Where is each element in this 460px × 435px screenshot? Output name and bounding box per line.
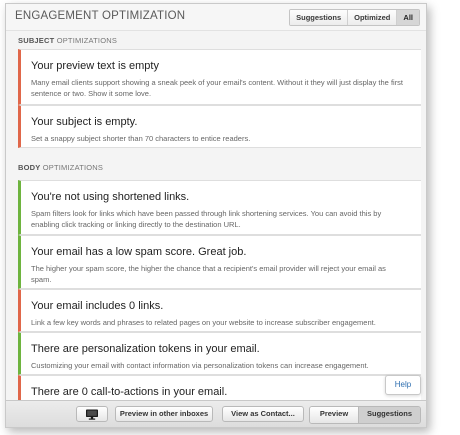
preview-footer-toolbar: Preview in other inboxes View as Contact…: [6, 400, 426, 427]
preview-tab[interactable]: Preview: [310, 407, 359, 423]
suggestion-card-preview-text: Your preview text is empty Many email cl…: [18, 49, 421, 105]
suggestion-title: Your email includes 0 links.: [31, 300, 164, 312]
suggestion-description: Many email clients support showing a sne…: [31, 78, 404, 98]
filter-all-button[interactable]: All: [396, 10, 419, 25]
help-button[interactable]: Help: [385, 375, 421, 395]
monitor-icon: [86, 409, 98, 420]
suggestions-tab[interactable]: Suggestions: [359, 407, 420, 423]
suggestion-title: There are 0 call-to-actions in your emai…: [31, 386, 228, 398]
suggestion-title: Your email has a low spam score. Great j…: [31, 246, 247, 258]
suggestion-description: Spam filters look for links which have b…: [31, 209, 382, 229]
suggestion-title: Your preview text is empty: [31, 60, 159, 72]
panel-header: ENGAGEMENT OPTIMIZATION Suggestions Opti…: [6, 4, 426, 31]
suggestion-card-shortened-links: You're not using shortened links. Spam f…: [18, 180, 421, 235]
suggestion-card-subject: Your subject is empty. Set a snappy subj…: [18, 105, 421, 148]
engagement-optimization-panel: ENGAGEMENT OPTIMIZATION Suggestions Opti…: [5, 3, 427, 428]
subject-section-label: SUBJECT OPTIMIZATIONS: [18, 36, 118, 45]
suggestion-card-spam-score: Your email has a low spam score. Great j…: [18, 235, 421, 289]
suggestion-card-personalization: There are personalization tokens in your…: [18, 332, 421, 375]
suggestion-title: You're not using shortened links.: [31, 191, 190, 203]
desktop-preview-button[interactable]: [76, 406, 108, 422]
panel-title: ENGAGEMENT OPTIMIZATION: [15, 10, 186, 22]
filter-toggle-group: Suggestions Optimized All: [289, 9, 420, 26]
suggestion-description: Set a snappy subject shorter than 70 cha…: [31, 134, 251, 143]
preview-in-other-inboxes-button[interactable]: Preview in other inboxes: [115, 406, 213, 422]
suggestion-card-links: Your email includes 0 links. Link a few …: [18, 289, 421, 332]
suggestion-description: Link a few key words and phrases to rela…: [31, 318, 376, 327]
suggestion-description: Customizing your email with contact info…: [31, 361, 369, 370]
view-as-contact-button[interactable]: View as Contact...: [222, 406, 304, 422]
filter-suggestions-button[interactable]: Suggestions: [290, 10, 348, 25]
suggestion-title: Your subject is empty.: [31, 116, 138, 128]
body-section-label: BODY OPTIMIZATIONS: [18, 163, 104, 172]
preview-suggestions-toggle: Preview Suggestions: [309, 406, 421, 424]
filter-optimized-button[interactable]: Optimized: [347, 10, 397, 25]
suggestion-description: The higher your spam score, the higher t…: [31, 264, 386, 284]
suggestion-title: There are personalization tokens in your…: [31, 343, 260, 355]
